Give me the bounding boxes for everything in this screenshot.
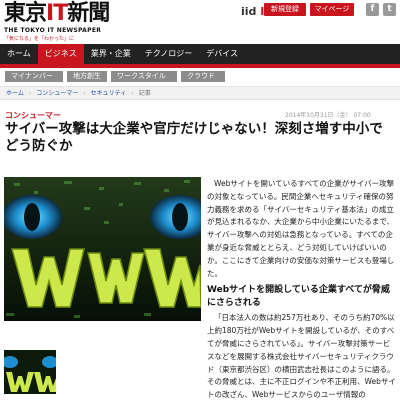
main-nav: ホーム ビジネス 業界・企業 テクノロジー デバイス [0,44,400,64]
nav-item-technology[interactable]: テクノロジー [138,44,200,64]
article-subheading: Webサイトを開設している企業すべてが脅威にさらされる [207,285,390,309]
breadcrumb-home[interactable]: ホーム [6,90,24,97]
nav-item-home[interactable]: ホーム [0,44,38,64]
breadcrumb-security[interactable]: セキュリティ [91,90,127,97]
cyber-eye-illustration [4,177,201,321]
topic-tags: マイナンバー 地方創生 ワークスタイル クラウド [5,71,225,82]
tag-regional[interactable]: 地方創生 [67,71,107,82]
article-category[interactable]: コンシューマー [5,110,61,121]
site-logo[interactable]: 東京IT新聞 THE TOKYO IT NEWSPAPER 「気になる」を「わか… [4,1,110,43]
twitter-icon[interactable]: t [383,3,396,16]
article-thumbnail[interactable] [4,350,56,394]
article-body: Webサイトを開いているすべての企業がサイバー攻撃の対象となっている。民間企業へ… [207,178,397,402]
register-button[interactable]: 新規登録 [264,3,306,16]
nav-accent-bar [0,64,400,68]
article-image [4,177,201,321]
facebook-icon[interactable]: f [366,3,379,16]
logo-tagline: 「気になる」を「わかった」に [4,36,75,42]
nav-item-business[interactable]: ビジネス [37,44,84,64]
breadcrumb: ホーム › コンシューマー › セキュリティ › 記事 [0,86,400,100]
site-header: 東京IT新聞 THE TOKYO IT NEWSPAPER 「気になる」を「わか… [0,0,400,43]
nav-item-industry[interactable]: 業界・企業 [84,44,138,64]
article-paragraph: 「日本法人の数は約257万社あり、そのうち約70%以上約180万社がWebサイト… [207,313,396,400]
tag-workstyle[interactable]: ワークスタイル [111,71,177,82]
tag-cloud[interactable]: クラウド [181,71,225,82]
nav-item-device[interactable]: デバイス [199,44,245,64]
article-paragraph: Webサイトを開いているすべての企業がサイバー攻撃の対象となっている。民間企業へ… [207,179,395,278]
thumbnail-illustration [4,350,56,394]
tag-mynumber[interactable]: マイナンバー [5,71,63,82]
logo-wordmark: 東京IT新聞 [4,1,110,26]
breadcrumb-consumer[interactable]: コンシューマー [36,90,78,97]
logo-subtitle: THE TOKYO IT NEWSPAPER [4,27,102,34]
article-date: 2014年10月31日（金） 07:00 [285,112,371,119]
article-title: サイバー攻撃は大企業や官庁だけじゃない！深刻さ増す中小でどう防ぐか [5,121,383,154]
mypage-button[interactable]: マイページ [310,3,354,16]
breadcrumb-current: 記事 [138,90,151,97]
